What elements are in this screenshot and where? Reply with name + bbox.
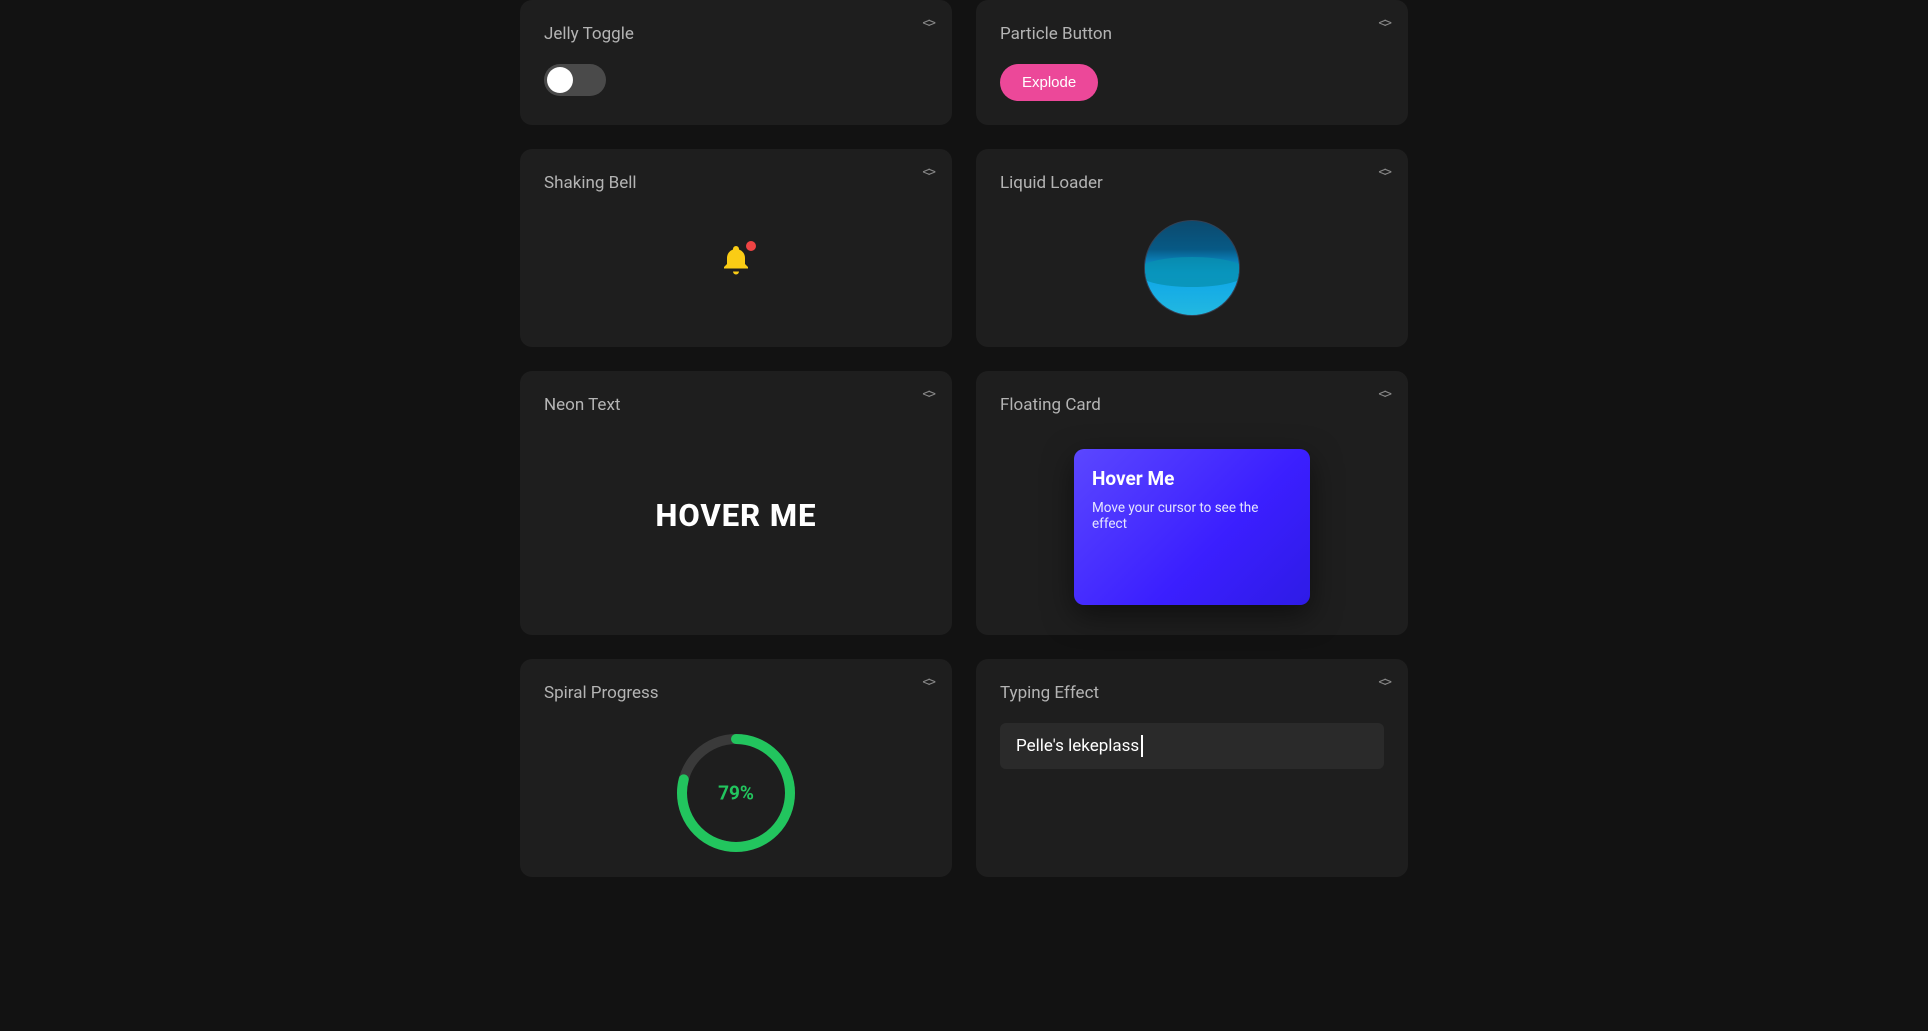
neon-text[interactable]: HOVER ME [656,497,817,534]
code-icon[interactable]: <> [1378,165,1390,180]
card-title: Floating Card [1000,395,1384,415]
shaking-bell-card: <> Shaking Bell [520,149,952,347]
card-title: Shaking Bell [544,173,928,193]
typing-text: Pelle's lekeplass [1016,736,1139,756]
card-title: Particle Button [1000,24,1384,44]
code-icon[interactable]: <> [1378,675,1390,690]
typing-display: Pelle's lekeplass [1000,723,1384,769]
notification-dot-icon [746,241,756,251]
jelly-toggle-card: <> Jelly Toggle [520,0,952,125]
card-title: Jelly Toggle [544,24,928,44]
code-icon[interactable]: <> [922,675,934,690]
floating-card-title: Hover Me [1092,467,1292,490]
code-icon[interactable]: <> [922,387,934,402]
code-icon[interactable]: <> [922,16,934,31]
code-icon[interactable]: <> [1378,387,1390,402]
code-icon[interactable]: <> [922,165,934,180]
typing-effect-card: <> Typing Effect Pelle's lekeplass [976,659,1408,877]
toggle-knob [547,67,573,93]
cursor-icon [1141,735,1143,757]
card-title: Liquid Loader [1000,173,1384,193]
bell-icon[interactable] [718,243,754,283]
floating-card[interactable]: Hover Me Move your cursor to see the eff… [1074,449,1310,605]
particle-button-card: <> Particle Button Explode [976,0,1408,125]
card-title: Spiral Progress [544,683,928,703]
explode-button[interactable]: Explode [1000,64,1098,101]
progress-value: 79% [718,782,754,805]
floating-card-card: <> Floating Card Hover Me Move your curs… [976,371,1408,635]
jelly-toggle[interactable] [544,64,606,96]
spiral-progress-card: <> Spiral Progress 79% [520,659,952,877]
card-title: Typing Effect [1000,683,1384,703]
liquid-loader-icon [1144,220,1240,316]
floating-card-subtitle: Move your cursor to see the effect [1092,500,1292,532]
spiral-progress: 79% [676,733,796,853]
card-title: Neon Text [544,395,928,415]
neon-text-card: <> Neon Text HOVER ME [520,371,952,635]
code-icon[interactable]: <> [1378,16,1390,31]
liquid-loader-card: <> Liquid Loader [976,149,1408,347]
